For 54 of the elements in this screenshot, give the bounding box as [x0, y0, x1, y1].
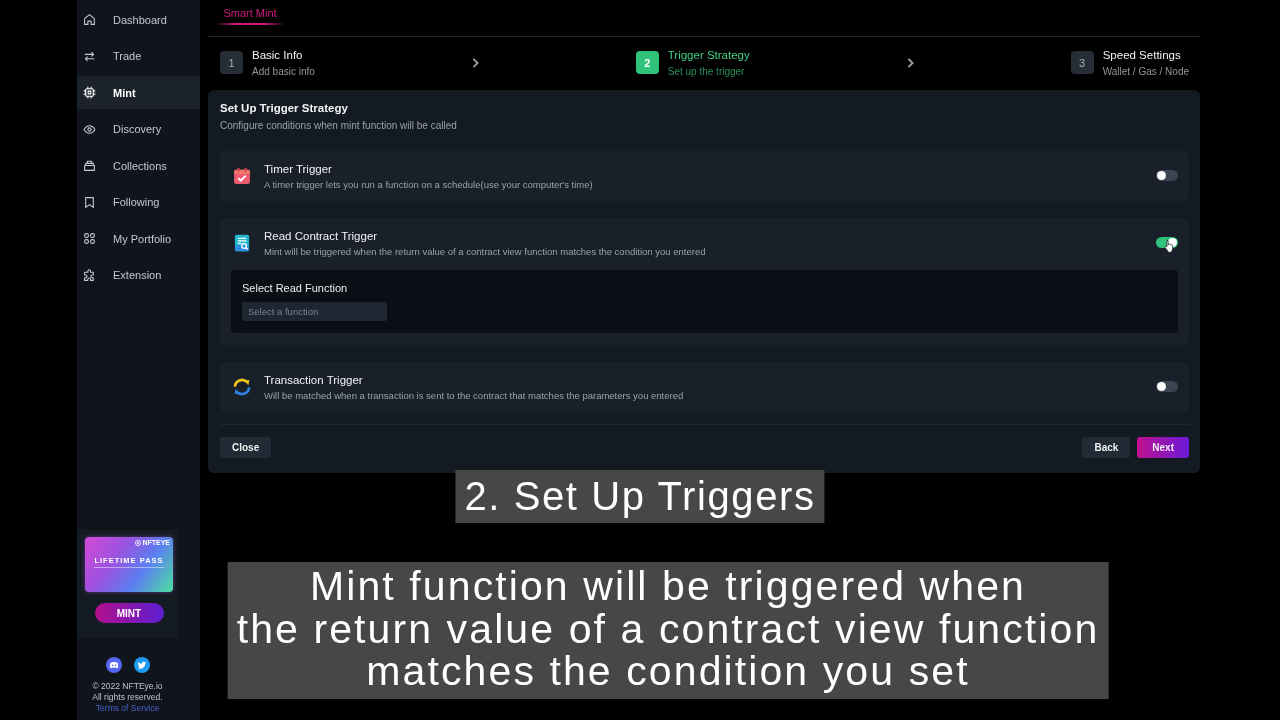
panel-subtitle: Configure conditions when mint function will be called	[220, 119, 458, 133]
heading-caption: 2. Set Up Triggers	[455, 470, 825, 523]
step-subtitle: Wallet / Gas / Node	[1102, 64, 1189, 78]
hand-cursor-icon	[1164, 239, 1175, 253]
field-label: Select Read Function	[242, 281, 349, 295]
toggle-switch[interactable]	[1156, 170, 1178, 181]
trigger-description: Will be matched when a transaction is sent to the contract that matches the parameters you entered	[264, 388, 685, 402]
function-select-field[interactable]: Select a function	[242, 302, 387, 321]
sidebar-item[interactable]: Trade	[77, 39, 200, 73]
sidebar-item[interactable]: Dashboard	[77, 3, 200, 36]
sidebar-item[interactable]: My Portfolio	[77, 222, 200, 255]
chip-icon	[83, 86, 96, 99]
trigger-description: Mint will be triggered when the return value of a contract view function matches the condition you entered	[264, 244, 707, 258]
document-search-icon	[232, 233, 252, 253]
sidebar-item[interactable]: Mint	[77, 76, 200, 109]
sync-arrows-icon	[232, 377, 252, 397]
panel-title: Set Up Trigger Strategy	[220, 101, 349, 116]
trigger-title: Read Contract Trigger	[264, 228, 379, 243]
swap-arrows-icon	[83, 49, 96, 63]
bookmark-icon	[83, 195, 96, 209]
step-title: Trigger Strategy	[667, 47, 750, 62]
sidebar-item[interactable]: Discovery	[77, 112, 200, 146]
eye-logo-icon	[135, 540, 142, 546]
step-subtitle: Add basic info	[252, 64, 315, 78]
step-number: 2	[635, 51, 659, 74]
step-number: 3	[1070, 51, 1094, 74]
sidebar-item[interactable]: Extension	[77, 258, 200, 292]
grid-icon	[83, 232, 96, 245]
next-button[interactable]: Next	[1137, 437, 1189, 458]
mint-button[interactable]: MINT	[94, 603, 164, 623]
sidebar-item[interactable]: Collections	[77, 149, 200, 182]
step-number: 1	[220, 51, 243, 74]
discord-icon[interactable]	[105, 657, 122, 673]
step-title: Basic Info	[252, 47, 304, 62]
eye-icon	[83, 122, 96, 136]
subtitle-caption: Mint function will be triggered when the return value of a contract view function matches the condition you set	[227, 562, 1109, 699]
trigger-description: A timer trigger lets you run a function on a schedule(use your computer's time)	[264, 177, 594, 191]
step-subtitle: Set up the trigger	[667, 64, 746, 78]
puzzle-icon	[83, 268, 96, 282]
close-button[interactable]: Close	[220, 437, 272, 458]
step-title: Speed Settings	[1102, 47, 1182, 62]
home-icon	[83, 13, 96, 26]
chevron-right-icon	[906, 57, 914, 68]
rights-text: All rights reserved.	[92, 692, 163, 703]
copyright-text: © 2022 NFTEye.io	[92, 681, 163, 692]
twitter-bird-icon[interactable]	[133, 657, 150, 673]
toggle-switch[interactable]	[1156, 381, 1178, 392]
trigger-title: Transaction Trigger	[264, 372, 364, 387]
back-button[interactable]: Back	[1082, 437, 1131, 458]
trigger-title: Timer Trigger	[264, 161, 333, 176]
sidebar-item[interactable]: Following	[77, 185, 200, 219]
calendar-check-icon	[232, 166, 252, 186]
chevron-right-icon	[471, 57, 479, 68]
stack-icon	[83, 159, 96, 172]
